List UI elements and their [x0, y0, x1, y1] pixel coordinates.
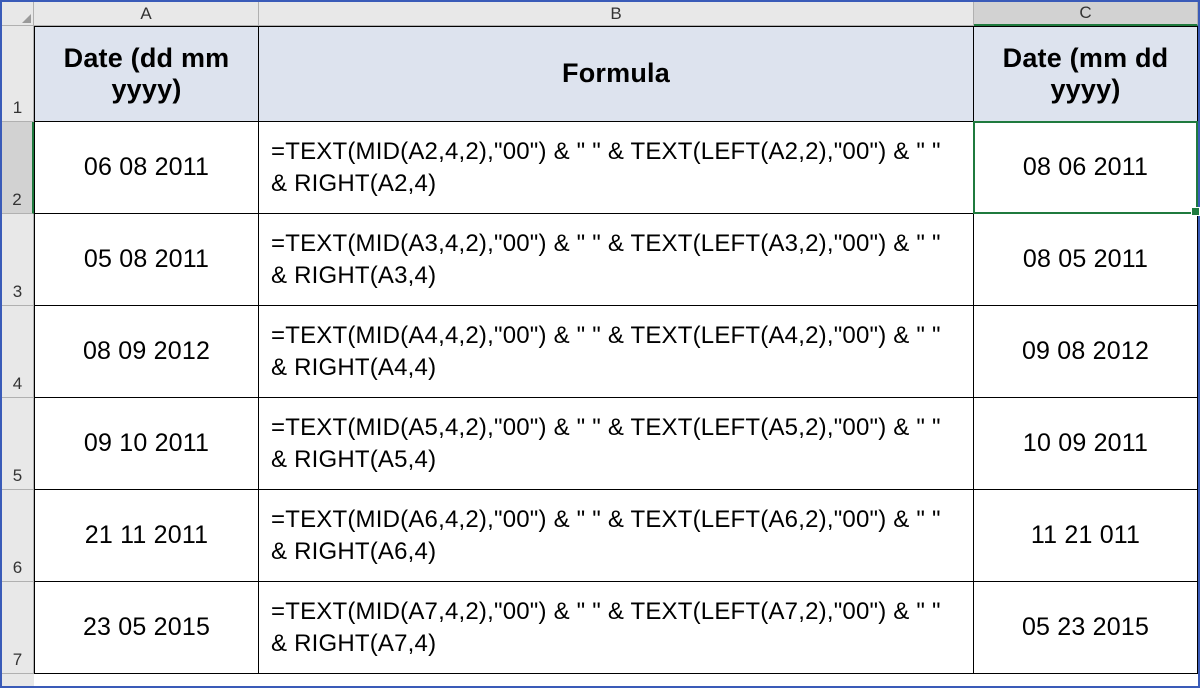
- cell-C2[interactable]: 08 06 2011: [974, 122, 1198, 214]
- cell-A1-header[interactable]: Date (dd mm yyyy): [34, 26, 259, 122]
- cell-B2[interactable]: =TEXT(MID(A2,4,2),"00") & " " & TEXT(LEF…: [259, 122, 974, 214]
- cell-C6[interactable]: 11 21 011: [974, 490, 1198, 582]
- column-headers: A B C: [34, 2, 1198, 26]
- cell-B5[interactable]: =TEXT(MID(A5,4,2),"00") & " " & TEXT(LEF…: [259, 398, 974, 490]
- row-header-4[interactable]: 4: [2, 306, 34, 398]
- cell-B1-header[interactable]: Formula: [259, 26, 974, 122]
- col-header-A[interactable]: A: [34, 2, 259, 26]
- cell-grid: Date (dd mm yyyy) Formula Date (mm dd yy…: [34, 26, 1198, 686]
- col-header-B[interactable]: B: [259, 2, 974, 26]
- cell-A7[interactable]: 23 05 2015: [34, 582, 259, 674]
- cell-A2[interactable]: 06 08 2011: [34, 122, 259, 214]
- cell-C5[interactable]: 10 09 2011: [974, 398, 1198, 490]
- cell-B7[interactable]: =TEXT(MID(A7,4,2),"00") & " " & TEXT(LEF…: [259, 582, 974, 674]
- cell-C1-header[interactable]: Date (mm dd yyyy): [974, 26, 1198, 122]
- cell-C7[interactable]: 05 23 2015: [974, 582, 1198, 674]
- cell-C4[interactable]: 09 08 2012: [974, 306, 1198, 398]
- cell-B3[interactable]: =TEXT(MID(A3,4,2),"00") & " " & TEXT(LEF…: [259, 214, 974, 306]
- cell-A3[interactable]: 05 08 2011: [34, 214, 259, 306]
- select-all-corner[interactable]: [2, 2, 34, 26]
- cell-A4[interactable]: 08 09 2012: [34, 306, 259, 398]
- cell-A5[interactable]: 09 10 2011: [34, 398, 259, 490]
- cell-A6[interactable]: 21 11 2011: [34, 490, 259, 582]
- spreadsheet-app: A B C 1234567 Date (dd mm yyyy) Formula …: [0, 0, 1200, 688]
- cell-B4[interactable]: =TEXT(MID(A4,4,2),"00") & " " & TEXT(LEF…: [259, 306, 974, 398]
- row-header-3[interactable]: 3: [2, 214, 34, 306]
- row-headers: 1234567: [2, 26, 34, 686]
- row-header-5[interactable]: 5: [2, 398, 34, 490]
- cell-C3[interactable]: 08 05 2011: [974, 214, 1198, 306]
- row-header-2[interactable]: 2: [2, 122, 34, 214]
- row-header-6[interactable]: 6: [2, 490, 34, 582]
- col-header-C[interactable]: C: [974, 2, 1198, 26]
- row-header-1[interactable]: 1: [2, 26, 34, 122]
- cell-B6[interactable]: =TEXT(MID(A6,4,2),"00") & " " & TEXT(LEF…: [259, 490, 974, 582]
- row-header-7[interactable]: 7: [2, 582, 34, 674]
